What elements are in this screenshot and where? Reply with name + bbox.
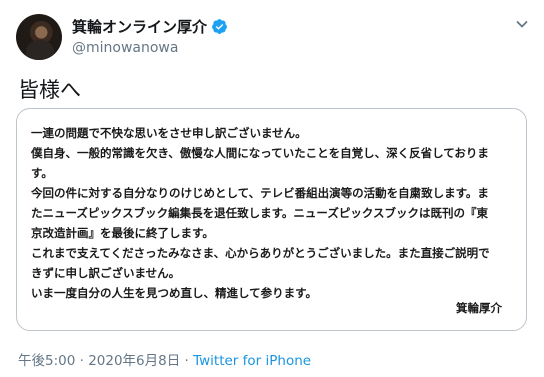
statement-line: 今回の件に対する自分なりのけじめとして、テレビ番組出演等の活動を自粛致します。ま: [31, 186, 489, 200]
statement-line: これまで支えてくださったみなさま、心からありがとうございました。また直接ご説明で: [31, 246, 490, 260]
statement-line: たニューズピックスブック編集長を退任致します。ニューズピックスブックは既刊の『東: [31, 206, 489, 220]
verified-badge-icon: [211, 18, 228, 35]
statement-line: いま一度自分の人生を見つめ直し、精進して参ります。: [31, 286, 318, 300]
tweet-meta: 午後5:00 · 2020年6月8日 · Twitter for iPhone: [18, 349, 311, 369]
tweet-text: 皆様へ: [18, 78, 81, 102]
meta-separator: ·: [180, 353, 194, 369]
statement-line: 京改造計画』を最後に終了します。: [31, 226, 214, 240]
avatar[interactable]: [16, 14, 62, 60]
tweet: 箕輪オンライン厚介 @minowanowa 皆様へ 一連の問題で不快な思いをさせ…: [0, 0, 544, 377]
statement-line: きずに申し訳ございません。: [31, 266, 181, 280]
statement-line: 一連の問題で不快な思いをさせ申し訳ございません。: [31, 126, 307, 140]
display-name[interactable]: 箕輪オンライン厚介: [72, 16, 207, 37]
author-block: 箕輪オンライン厚介 @minowanowa: [72, 16, 228, 56]
statement-line: す。: [31, 166, 53, 180]
source-link[interactable]: Twitter for iPhone: [193, 353, 311, 369]
statement-line: 僕自身、一般的常識を欠き、傲慢な人間になっていたことを自覚し、深く反省しておりま: [31, 146, 489, 160]
chevron-down-icon[interactable]: [514, 16, 530, 32]
statement-signature: 箕輪厚介: [456, 301, 502, 315]
handle[interactable]: @minowanowa: [72, 40, 228, 56]
name-row: 箕輪オンライン厚介: [72, 16, 228, 36]
timestamp[interactable]: 午後5:00 · 2020年6月8日: [18, 353, 180, 369]
statement-image[interactable]: 一連の問題で不快な思いをさせ申し訳ございません。 僕自身、一般的常識を欠き、傲慢…: [16, 108, 527, 331]
